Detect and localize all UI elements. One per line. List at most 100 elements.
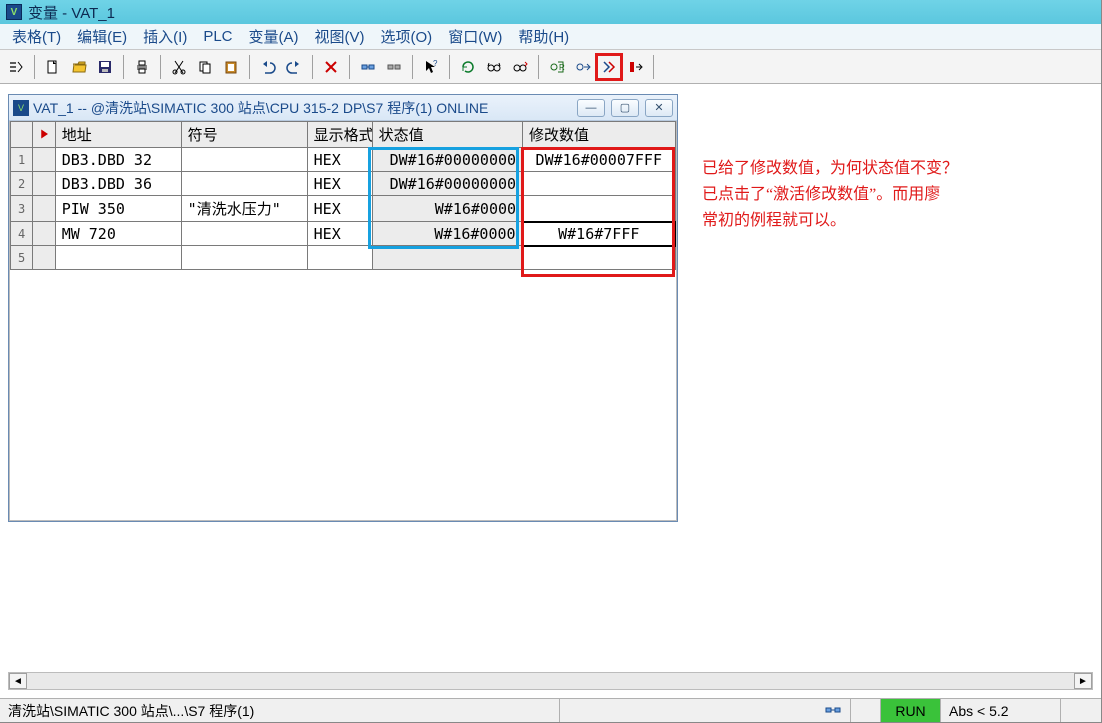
undo-button[interactable] [256, 55, 280, 79]
cell-sym[interactable] [181, 246, 307, 270]
child-title-text: VAT_1 -- @清洗站\SIMATIC 300 站点\CPU 315-2 D… [33, 98, 573, 118]
redo-button[interactable] [282, 55, 306, 79]
modify-var-button[interactable] [571, 55, 595, 79]
menu-help[interactable]: 帮助(H) [510, 24, 577, 49]
activate-modify-button[interactable] [597, 55, 621, 79]
client-area: V VAT_1 -- @清洗站\SIMATIC 300 站点\CPU 315-2… [0, 84, 1101, 698]
delete-row-button[interactable] [319, 55, 343, 79]
cell-status: W#16#0000 [372, 196, 522, 222]
svg-text:R: R [559, 63, 565, 72]
scroll-left-button[interactable]: ◄ [9, 673, 27, 689]
cell-mod[interactable]: W#16#7FFF [523, 222, 675, 246]
cell-fmt[interactable] [307, 246, 372, 270]
menu-options[interactable]: 选项(O) [373, 24, 441, 49]
table-row[interactable]: 4 MW 720 HEX W#16#0000 W#16#7FFF [11, 222, 676, 246]
cell-sym[interactable]: "清洗水压力" [181, 196, 307, 222]
horizontal-scrollbar[interactable]: ◄ ► [8, 672, 1093, 690]
header-marker [33, 122, 55, 148]
menu-table[interactable]: 表格(T) [4, 24, 69, 49]
status-connect-icon [815, 699, 851, 722]
status-tail [1061, 699, 1101, 722]
header-mod[interactable]: 修改数值 [523, 122, 675, 148]
toggle-rows-button[interactable] [4, 55, 28, 79]
title-text: 变量 - VAT_1 [28, 2, 115, 23]
header-blank1 [11, 122, 33, 148]
table-header-row: 地址 符号 显示格式 状态值 修改数值 [11, 122, 676, 148]
menu-insert[interactable]: 插入(I) [135, 24, 195, 49]
child-icon: V [13, 100, 29, 116]
status-path: 清洗站\SIMATIC 300 站点\...\S7 程序(1) [0, 699, 560, 722]
child-close-button[interactable]: ✕ [645, 99, 673, 117]
menu-window[interactable]: 窗口(W) [440, 24, 510, 49]
cell-sym[interactable] [181, 222, 307, 246]
paste-button[interactable] [219, 55, 243, 79]
child-maximize-button[interactable]: ▢ [611, 99, 639, 117]
open-button[interactable] [67, 55, 91, 79]
cell-addr[interactable]: DB3.DBD 36 [55, 172, 181, 196]
table-row[interactable]: 2 DB3.DBD 36 HEX DW#16#00000000 [11, 172, 676, 196]
status-run: RUN [881, 699, 941, 722]
cell-mod[interactable] [523, 172, 675, 196]
app-icon: V [6, 4, 22, 20]
cut-button[interactable] [167, 55, 191, 79]
statusbar: 清洗站\SIMATIC 300 站点\...\S7 程序(1) RUN Abs … [0, 698, 1101, 722]
cell-sym[interactable] [181, 172, 307, 196]
header-fmt[interactable]: 显示格式 [307, 122, 372, 148]
cell-mod[interactable] [523, 196, 675, 222]
cell-addr[interactable]: MW 720 [55, 222, 181, 246]
menubar: 表格(T) 编辑(E) 插入(I) PLC 变量(A) 视图(V) 选项(O) … [0, 24, 1101, 50]
table-row[interactable]: 1 DB3.DBD 32 HEX DW#16#00000000 DW#16#00… [11, 148, 676, 172]
annotation-line-3: 常初的例程就可以。 [702, 208, 958, 234]
new-button[interactable] [41, 55, 65, 79]
child-titlebar[interactable]: V VAT_1 -- @清洗站\SIMATIC 300 站点\CPU 315-2… [9, 95, 677, 121]
row-marker [33, 196, 55, 222]
cell-sym[interactable] [181, 148, 307, 172]
monitor-glasses-button[interactable] [482, 55, 506, 79]
cell-addr[interactable] [55, 246, 181, 270]
read-var-button[interactable]: R [545, 55, 569, 79]
row-marker [33, 222, 55, 246]
help-pointer-button[interactable]: ? [419, 55, 443, 79]
row-marker [33, 148, 55, 172]
row-number: 2 [11, 172, 33, 196]
cell-status [372, 246, 522, 270]
save-button[interactable] [93, 55, 117, 79]
row-number: 5 [11, 246, 33, 270]
child-window: V VAT_1 -- @清洗站\SIMATIC 300 站点\CPU 315-2… [8, 94, 678, 522]
cell-fmt[interactable]: HEX [307, 222, 372, 246]
annotation-line-2: 已点击了“激活修改数值”。而用廖 [702, 182, 958, 208]
cell-mod[interactable] [523, 246, 675, 270]
cell-fmt[interactable]: HEX [307, 148, 372, 172]
table-area: 地址 符号 显示格式 状态值 修改数值 1 DB3.DBD 32 HEX DW#… [9, 121, 677, 521]
status-blank [851, 699, 881, 722]
row-marker [33, 246, 55, 270]
header-status[interactable]: 状态值 [372, 122, 522, 148]
connect-button[interactable] [356, 55, 380, 79]
header-addr[interactable]: 地址 [55, 122, 181, 148]
cell-mod[interactable]: DW#16#00007FFF [523, 148, 675, 172]
table-row[interactable]: 5 [11, 246, 676, 270]
force-button[interactable] [623, 55, 647, 79]
child-minimize-button[interactable]: — [577, 99, 605, 117]
menu-variable[interactable]: 变量(A) [241, 24, 307, 49]
monitor-once-button[interactable] [508, 55, 532, 79]
menu-view[interactable]: 视图(V) [307, 24, 373, 49]
table-row[interactable]: 3 PIW 350 "清洗水压力" HEX W#16#0000 [11, 196, 676, 222]
annotation-line-1: 已给了修改数值，为何状态值不变？ [702, 156, 958, 182]
cell-fmt[interactable]: HEX [307, 172, 372, 196]
svg-text:?: ? [433, 59, 438, 68]
cell-addr[interactable]: PIW 350 [55, 196, 181, 222]
monitor-refresh-button[interactable] [456, 55, 480, 79]
menu-plc[interactable]: PLC [195, 26, 240, 47]
cell-addr[interactable]: DB3.DBD 32 [55, 148, 181, 172]
copy-button[interactable] [193, 55, 217, 79]
print-button[interactable] [130, 55, 154, 79]
cell-fmt[interactable]: HEX [307, 196, 372, 222]
status-abs: Abs < 5.2 [941, 699, 1061, 722]
menu-edit[interactable]: 编辑(E) [69, 24, 135, 49]
variable-table[interactable]: 地址 符号 显示格式 状态值 修改数值 1 DB3.DBD 32 HEX DW#… [10, 121, 676, 270]
disconnect-button[interactable] [382, 55, 406, 79]
row-marker [33, 172, 55, 196]
header-sym[interactable]: 符号 [181, 122, 307, 148]
scroll-right-button[interactable]: ► [1074, 673, 1092, 689]
